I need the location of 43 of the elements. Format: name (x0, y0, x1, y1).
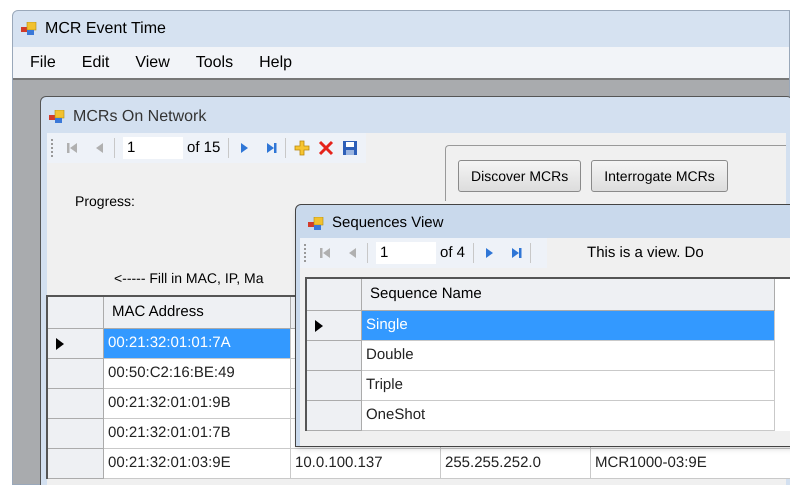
menu-item[interactable]: Tools (182, 47, 246, 78)
table-cell: MCR1000-03:9E (591, 449, 790, 479)
first-record-icon[interactable] (66, 141, 80, 155)
action-button[interactable]: Discover MCRs (458, 160, 582, 192)
row-header[interactable] (307, 311, 362, 341)
table-cell: 00:50:C2:16:BE:49 (104, 359, 291, 389)
table-cell: OneShot (362, 401, 775, 431)
view-note: This is a view. Do (587, 242, 704, 263)
position-field[interactable]: 1 (376, 242, 436, 264)
position-field[interactable]: 1 (123, 137, 183, 159)
table-cell: Single (362, 311, 775, 341)
row-header-corner (48, 297, 104, 329)
save-icon[interactable] (342, 140, 358, 156)
table-cell: Triple (362, 371, 775, 401)
table-cell: 00:21:32:01:01:9B (104, 389, 291, 419)
menu-item[interactable]: Help (246, 47, 306, 78)
record-count: of 4 (440, 242, 466, 263)
delete-icon[interactable] (318, 140, 334, 156)
table-cell: 00:21:32:01:01:7A (104, 329, 291, 359)
row-header[interactable] (48, 329, 104, 359)
first-record-icon[interactable] (319, 246, 333, 260)
app-icon (308, 216, 324, 230)
table-cell: 00:21:32:01:01:7B (104, 419, 291, 449)
window-title: MCR Event Time (45, 19, 166, 39)
window-title: MCRs On Network (73, 107, 206, 127)
menu-item[interactable]: File (17, 47, 69, 78)
app-icon (21, 22, 37, 36)
progress-label: Progress: (75, 192, 136, 211)
table-cell: 255.255.252.0 (441, 449, 591, 479)
record-count: of 15 (187, 138, 220, 158)
action-button[interactable]: Interrogate MCRs (591, 160, 728, 192)
column-header[interactable]: MAC Address (104, 297, 291, 329)
menu-item[interactable]: Edit (68, 47, 122, 78)
table-cell: 00:21:32:01:03:9E (104, 449, 291, 479)
hint-text: <----- Fill in MAC, IP, Ma (114, 269, 264, 288)
table-cell: Double (362, 341, 775, 371)
table-cell: 10.0.100.137 (291, 449, 441, 479)
column-header[interactable]: Sequence Name (362, 279, 775, 311)
row-header-corner (307, 279, 362, 311)
app-icon (49, 110, 65, 124)
menu-item[interactable]: View (122, 47, 183, 78)
window-title: Sequences View (332, 213, 444, 234)
add-icon[interactable] (294, 140, 310, 156)
